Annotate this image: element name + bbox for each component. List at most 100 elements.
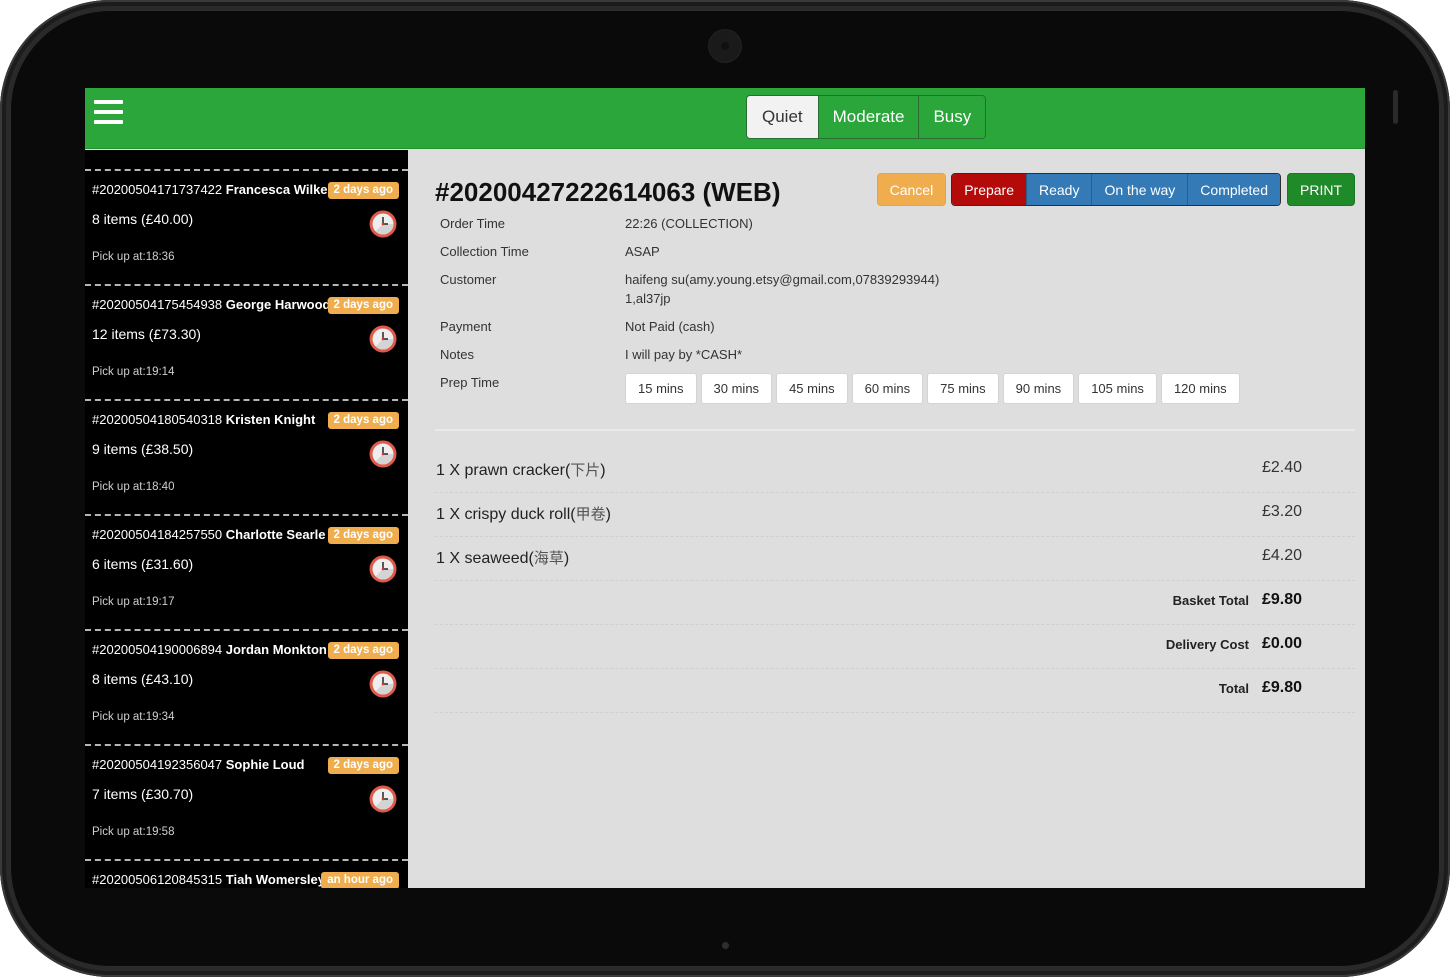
print-button[interactable]: PRINT	[1287, 173, 1355, 206]
on-the-way-button[interactable]: On the way	[1091, 174, 1188, 205]
order-number: #20200504171737422	[92, 182, 223, 197]
order-title: #20200504184257550 Charlotte Searle	[92, 527, 325, 542]
order-actions: Cancel Prepare Ready On the way Complete…	[876, 173, 1355, 206]
customer-name: Tiah Womersley	[225, 872, 325, 887]
busy-level-moderate-button[interactable]: Moderate	[817, 96, 919, 138]
line-item-name: 1 X prawn cracker(下片)	[436, 461, 606, 479]
cancel-button[interactable]: Cancel	[876, 173, 947, 206]
order-age-badge: 2 days ago	[327, 412, 399, 429]
grand-total-value: £9.80	[1262, 679, 1303, 696]
order-pickup-time: Pick up at:19:17	[92, 596, 175, 608]
tablet-home-dot	[722, 942, 729, 949]
notes-value: I will pay by *CASH*	[625, 347, 743, 362]
order-list-sidebar[interactable]: #20200504171737422 Francesca Wilkes 2 da…	[85, 150, 408, 888]
order-number: #20200504184257550	[92, 527, 223, 542]
line-item-price: £2.40	[1262, 459, 1303, 476]
order-list-item[interactable]: #20200504175454938 George Harwood 2 days…	[85, 284, 408, 399]
order-items-summary: 8 items (£43.10)	[92, 671, 194, 687]
clock-icon	[369, 325, 397, 353]
busy-level-quiet-button[interactable]: Quiet	[747, 96, 818, 138]
payment-value: Not Paid (cash)	[625, 319, 715, 334]
clock-icon	[369, 210, 397, 238]
prep-time-60-button[interactable]: 60 mins	[851, 373, 924, 404]
ready-button[interactable]: Ready	[1026, 174, 1092, 205]
customer-contact: haifeng su(amy.young.etsy@gmail.com,0783…	[625, 272, 940, 287]
order-items-summary: 6 items (£31.60)	[92, 556, 194, 572]
customer-value: haifeng su(amy.young.etsy@gmail.com,0783…	[625, 270, 939, 308]
order-number: #20200504190006894	[92, 642, 223, 657]
basket-total-row: Basket Total £9.80	[435, 581, 1355, 625]
order-items-summary: 7 items (£30.70)	[92, 786, 194, 802]
basket-total-label: Basket Total	[1172, 593, 1249, 608]
customer-name: George Harwood	[225, 297, 331, 312]
order-list-item[interactable]: #20200506120845315 Tiah Womersley an hou…	[85, 859, 408, 888]
order-pickup-time: Pick up at:19:14	[92, 366, 175, 378]
order-list-item[interactable]: #20200504192356047 Sophie Loud 2 days ag…	[85, 744, 408, 859]
line-item-name: 1 X crispy duck roll(甲卷)	[436, 505, 611, 523]
customer-name: Kristen Knight	[225, 412, 316, 427]
prep-time-90-button[interactable]: 90 mins	[1002, 373, 1075, 404]
order-list-item[interactable]: #20200504180540318 Kristen Knight 2 days…	[85, 399, 408, 514]
order-title: #20200504192356047 Sophie Loud	[92, 757, 304, 772]
order-title-heading: #20200427222614063 (WEB)	[435, 177, 781, 207]
order-detail-panel: #20200427222614063 (WEB) Cancel Prepare …	[408, 150, 1365, 888]
order-number: #20200504180540318	[92, 412, 223, 427]
customer-name: Charlotte Searle	[225, 527, 326, 542]
busy-level-busy-button[interactable]: Busy	[918, 96, 986, 138]
order-age-badge: 2 days ago	[327, 297, 399, 314]
completed-button[interactable]: Completed	[1187, 174, 1280, 205]
order-age-badge: 2 days ago	[327, 527, 399, 544]
order-status-group: Prepare Ready On the way Completed	[951, 173, 1281, 206]
order-number: #20200504175454938	[92, 297, 223, 312]
order-pickup-time: Pick up at:18:40	[92, 481, 175, 493]
order-pickup-time: Pick up at:19:34	[92, 711, 175, 723]
notes-label: Notes	[440, 347, 474, 362]
order-list-item[interactable]: #20200504184257550 Charlotte Searle 2 da…	[85, 514, 408, 629]
order-line-item: 1 X seaweed(海草) £4.20	[435, 537, 1355, 581]
prep-time-105-button[interactable]: 105 mins	[1078, 373, 1157, 404]
clock-icon	[369, 670, 397, 698]
prep-time-15-button[interactable]: 15 mins	[625, 373, 697, 404]
order-items-summary: 8 items (£40.00)	[92, 211, 194, 227]
line-item-name: 1 X seaweed(海草)	[436, 549, 570, 567]
order-line-item: 1 X crispy duck roll(甲卷) £3.20	[435, 493, 1355, 537]
clock-icon	[369, 555, 397, 583]
order-items-summary: 12 items (£73.30)	[92, 326, 201, 342]
prep-time-30-button[interactable]: 30 mins	[700, 373, 773, 404]
collection-time-label: Collection Time	[440, 244, 529, 259]
app-screen: Quiet Moderate Busy #20200504171737422 F…	[85, 88, 1365, 888]
prep-time-75-button[interactable]: 75 mins	[927, 373, 999, 404]
order-title: #20200504175454938 George Harwood	[92, 297, 331, 312]
order-pickup-time: Pick up at:19:58	[92, 826, 175, 838]
order-list-item[interactable]: #20200504171737422 Francesca Wilkes 2 da…	[85, 169, 408, 284]
delivery-cost-value: £0.00	[1262, 635, 1303, 652]
clock-icon	[369, 440, 397, 468]
basket-total-value: £9.80	[1262, 591, 1303, 608]
order-age-badge: an hour ago	[321, 872, 399, 888]
customer-name: Sophie Loud	[225, 757, 305, 772]
customer-label: Customer	[440, 272, 497, 287]
hamburger-menu-icon[interactable]	[94, 100, 123, 124]
prep-time-45-button[interactable]: 45 mins	[776, 373, 848, 404]
order-age-badge: 2 days ago	[327, 757, 399, 774]
order-title: #20200504171737422 Francesca Wilkes	[92, 182, 335, 197]
order-line-item: 1 X prawn cracker(下片) £2.40	[435, 449, 1355, 493]
order-time-label: Order Time	[440, 216, 506, 231]
customer-name: Francesca Wilkes	[225, 182, 335, 197]
order-title: #20200504190006894 Jordan Monkton	[92, 642, 327, 657]
tablet-sensor	[1393, 90, 1398, 124]
order-number: #20200506120845315	[92, 872, 223, 887]
collection-time-value: ASAP	[625, 244, 660, 259]
order-list-item[interactable]: #20200504190006894 Jordan Monkton 2 days…	[85, 629, 408, 744]
prepare-button[interactable]: Prepare	[952, 174, 1026, 205]
prep-time-label: Prep Time	[440, 375, 500, 390]
order-age-badge: 2 days ago	[327, 642, 399, 659]
order-time-value: 22:26 (COLLECTION)	[625, 216, 753, 231]
line-item-price: £3.20	[1262, 503, 1303, 520]
grand-total-label: Total	[1218, 681, 1249, 696]
order-number: #20200504192356047	[92, 757, 223, 772]
section-divider	[435, 429, 1355, 431]
customer-address: 1,al37jp	[625, 291, 671, 306]
delivery-cost-label: Delivery Cost	[1165, 637, 1249, 652]
prep-time-120-button[interactable]: 120 mins	[1160, 373, 1240, 404]
